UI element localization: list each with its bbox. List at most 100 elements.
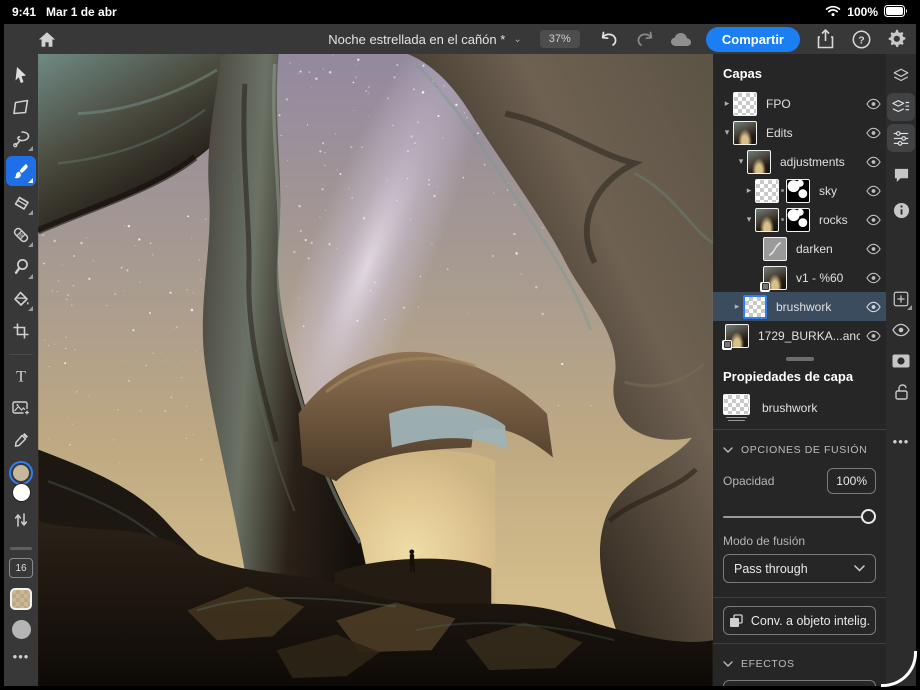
rail-drag-handle[interactable]	[10, 547, 32, 550]
layer-row-darken[interactable]: darken	[713, 234, 886, 263]
layer-mask-thumbnail[interactable]	[786, 179, 810, 203]
redo-button[interactable]	[634, 28, 656, 50]
expander-icon[interactable]: ▾	[735, 156, 747, 167]
eye-icon	[866, 214, 881, 226]
settings-button[interactable]	[886, 28, 908, 50]
layers-detail-button[interactable]	[887, 93, 915, 121]
slider-track[interactable]	[723, 516, 874, 518]
layer-row-fpo[interactable]: ▸ FPO	[713, 89, 886, 118]
add-layer-icon	[892, 290, 910, 308]
slider-knob[interactable]	[861, 509, 876, 524]
layer-row-1729[interactable]: 1729_BURKA...anced-NR33	[713, 321, 886, 350]
expander-icon[interactable]: ▾	[721, 127, 733, 138]
layer-mask-button[interactable]	[887, 347, 915, 375]
move-tool[interactable]	[6, 60, 36, 90]
expander-icon[interactable]: ▾	[743, 214, 755, 225]
share-sheet-icon	[817, 29, 834, 49]
layer-visibility-toggle[interactable]	[860, 272, 886, 284]
rail-divider	[9, 354, 33, 355]
place-image-tool[interactable]	[6, 393, 36, 423]
convert-smart-object-button[interactable]: Conv. a objeto intelig.	[723, 606, 876, 635]
layer-visibility-toggle[interactable]	[860, 301, 886, 313]
help-button[interactable]: ?	[850, 28, 872, 50]
foreground-color[interactable]	[9, 461, 33, 485]
canyon-photo	[38, 54, 713, 686]
right-rail-more-button[interactable]: •••	[887, 427, 915, 455]
eyedropper-tool[interactable]	[6, 425, 36, 455]
info-button[interactable]	[887, 196, 915, 224]
home-button[interactable]	[36, 28, 58, 50]
swap-colors-button[interactable]	[6, 505, 36, 535]
share-sheet-button[interactable]	[814, 28, 836, 50]
brush-size-indicator[interactable]: 16	[9, 558, 33, 578]
layer-thumbnail[interactable]	[755, 208, 779, 232]
layer-row-v1[interactable]: v1 - %60	[713, 263, 886, 292]
smart-object-icon	[729, 614, 743, 628]
layer-visibility-toggle[interactable]	[860, 243, 886, 255]
layers-compact-button[interactable]	[887, 62, 915, 90]
eye-icon	[866, 185, 881, 197]
layer-visibility-toggle[interactable]	[860, 185, 886, 197]
paint-bucket-tool[interactable]	[6, 284, 36, 314]
eraser-tool[interactable]	[6, 188, 36, 218]
add-layer-button[interactable]	[887, 285, 915, 313]
layer-properties-button[interactable]	[887, 124, 915, 152]
layer-row-adjustments[interactable]: ▾ adjustments	[713, 147, 886, 176]
type-tool[interactable]: T	[6, 361, 36, 391]
layer-visibility-toggle[interactable]	[860, 214, 886, 226]
blend-options-section-header[interactable]: OPCIONES DE FUSIÓN	[713, 438, 886, 462]
expander-icon[interactable]: ▸	[731, 301, 743, 312]
layer-thumbnail[interactable]	[733, 92, 757, 116]
document-title[interactable]: Noche estrellada en el cañón *	[328, 32, 505, 47]
smart-object-thumbnail[interactable]	[725, 324, 749, 348]
lasso-select-tool[interactable]	[6, 124, 36, 154]
layer-thumbnail[interactable]	[733, 121, 757, 145]
blend-mode-dropdown[interactable]: Pass through	[723, 554, 876, 583]
layer-row-brushwork-selected[interactable]: ▸ brushwork	[713, 292, 886, 321]
expander-icon[interactable]: ▸	[721, 98, 733, 109]
tool-rail-more-button[interactable]: •••	[13, 649, 30, 664]
layer-thumbnail[interactable]	[755, 179, 779, 203]
layer-visibility-toggle[interactable]	[860, 156, 886, 168]
layers-compact-icon	[892, 67, 910, 85]
layer-visibility-toggle[interactable]	[860, 330, 886, 342]
smart-object-thumbnail[interactable]	[763, 266, 787, 290]
cloud-sync-button[interactable]	[670, 28, 692, 50]
lock-button[interactable]	[887, 378, 915, 406]
zoom-level-badge[interactable]: 37%	[540, 30, 580, 48]
layer-visibility-toggle[interactable]	[860, 127, 886, 139]
undo-button[interactable]	[598, 28, 620, 50]
transform-icon	[11, 97, 31, 117]
opacity-value-field[interactable]: 100%	[827, 468, 876, 494]
add-layer-effect-button[interactable]: fx Añadir efecto de capa	[723, 680, 876, 686]
redo-icon	[635, 31, 655, 47]
brush-secondary-swatch[interactable]	[12, 620, 31, 639]
brush-tool[interactable]	[6, 156, 36, 186]
layer-thumbnail[interactable]	[747, 150, 771, 174]
layer-row-sky[interactable]: ▸ sky	[713, 176, 886, 205]
smart-object-badge	[722, 340, 732, 350]
layer-visibility-toggle[interactable]	[860, 98, 886, 110]
layer-row-edits[interactable]: ▾ Edits	[713, 118, 886, 147]
comments-button[interactable]	[887, 161, 915, 189]
layer-mask-thumbnail[interactable]	[786, 208, 810, 232]
healing-brush-tool[interactable]	[6, 220, 36, 250]
expander-icon[interactable]: ▸	[743, 185, 755, 196]
panel-drag-handle[interactable]	[786, 357, 814, 361]
crop-tool[interactable]	[6, 316, 36, 346]
layer-thumbnail[interactable]	[743, 295, 767, 319]
layer-row-rocks[interactable]: ▾ rocks	[713, 205, 886, 234]
canvas-image[interactable]	[38, 54, 713, 686]
swap-arrows-icon	[13, 511, 29, 529]
share-button[interactable]: Compartir	[706, 27, 800, 52]
opacity-slider[interactable]	[723, 508, 874, 526]
background-color[interactable]	[12, 483, 31, 502]
title-chevron-icon[interactable]: ⌄	[513, 34, 521, 45]
visibility-button[interactable]	[887, 316, 915, 344]
brush-tip-swatch[interactable]	[10, 588, 32, 610]
chevron-down-icon	[723, 661, 733, 667]
transform-tool[interactable]	[6, 92, 36, 122]
clone-stamp-tool[interactable]	[6, 252, 36, 282]
adjustment-layer-thumbnail[interactable]	[763, 237, 787, 261]
effects-section-header[interactable]: EFECTOS	[713, 652, 886, 676]
